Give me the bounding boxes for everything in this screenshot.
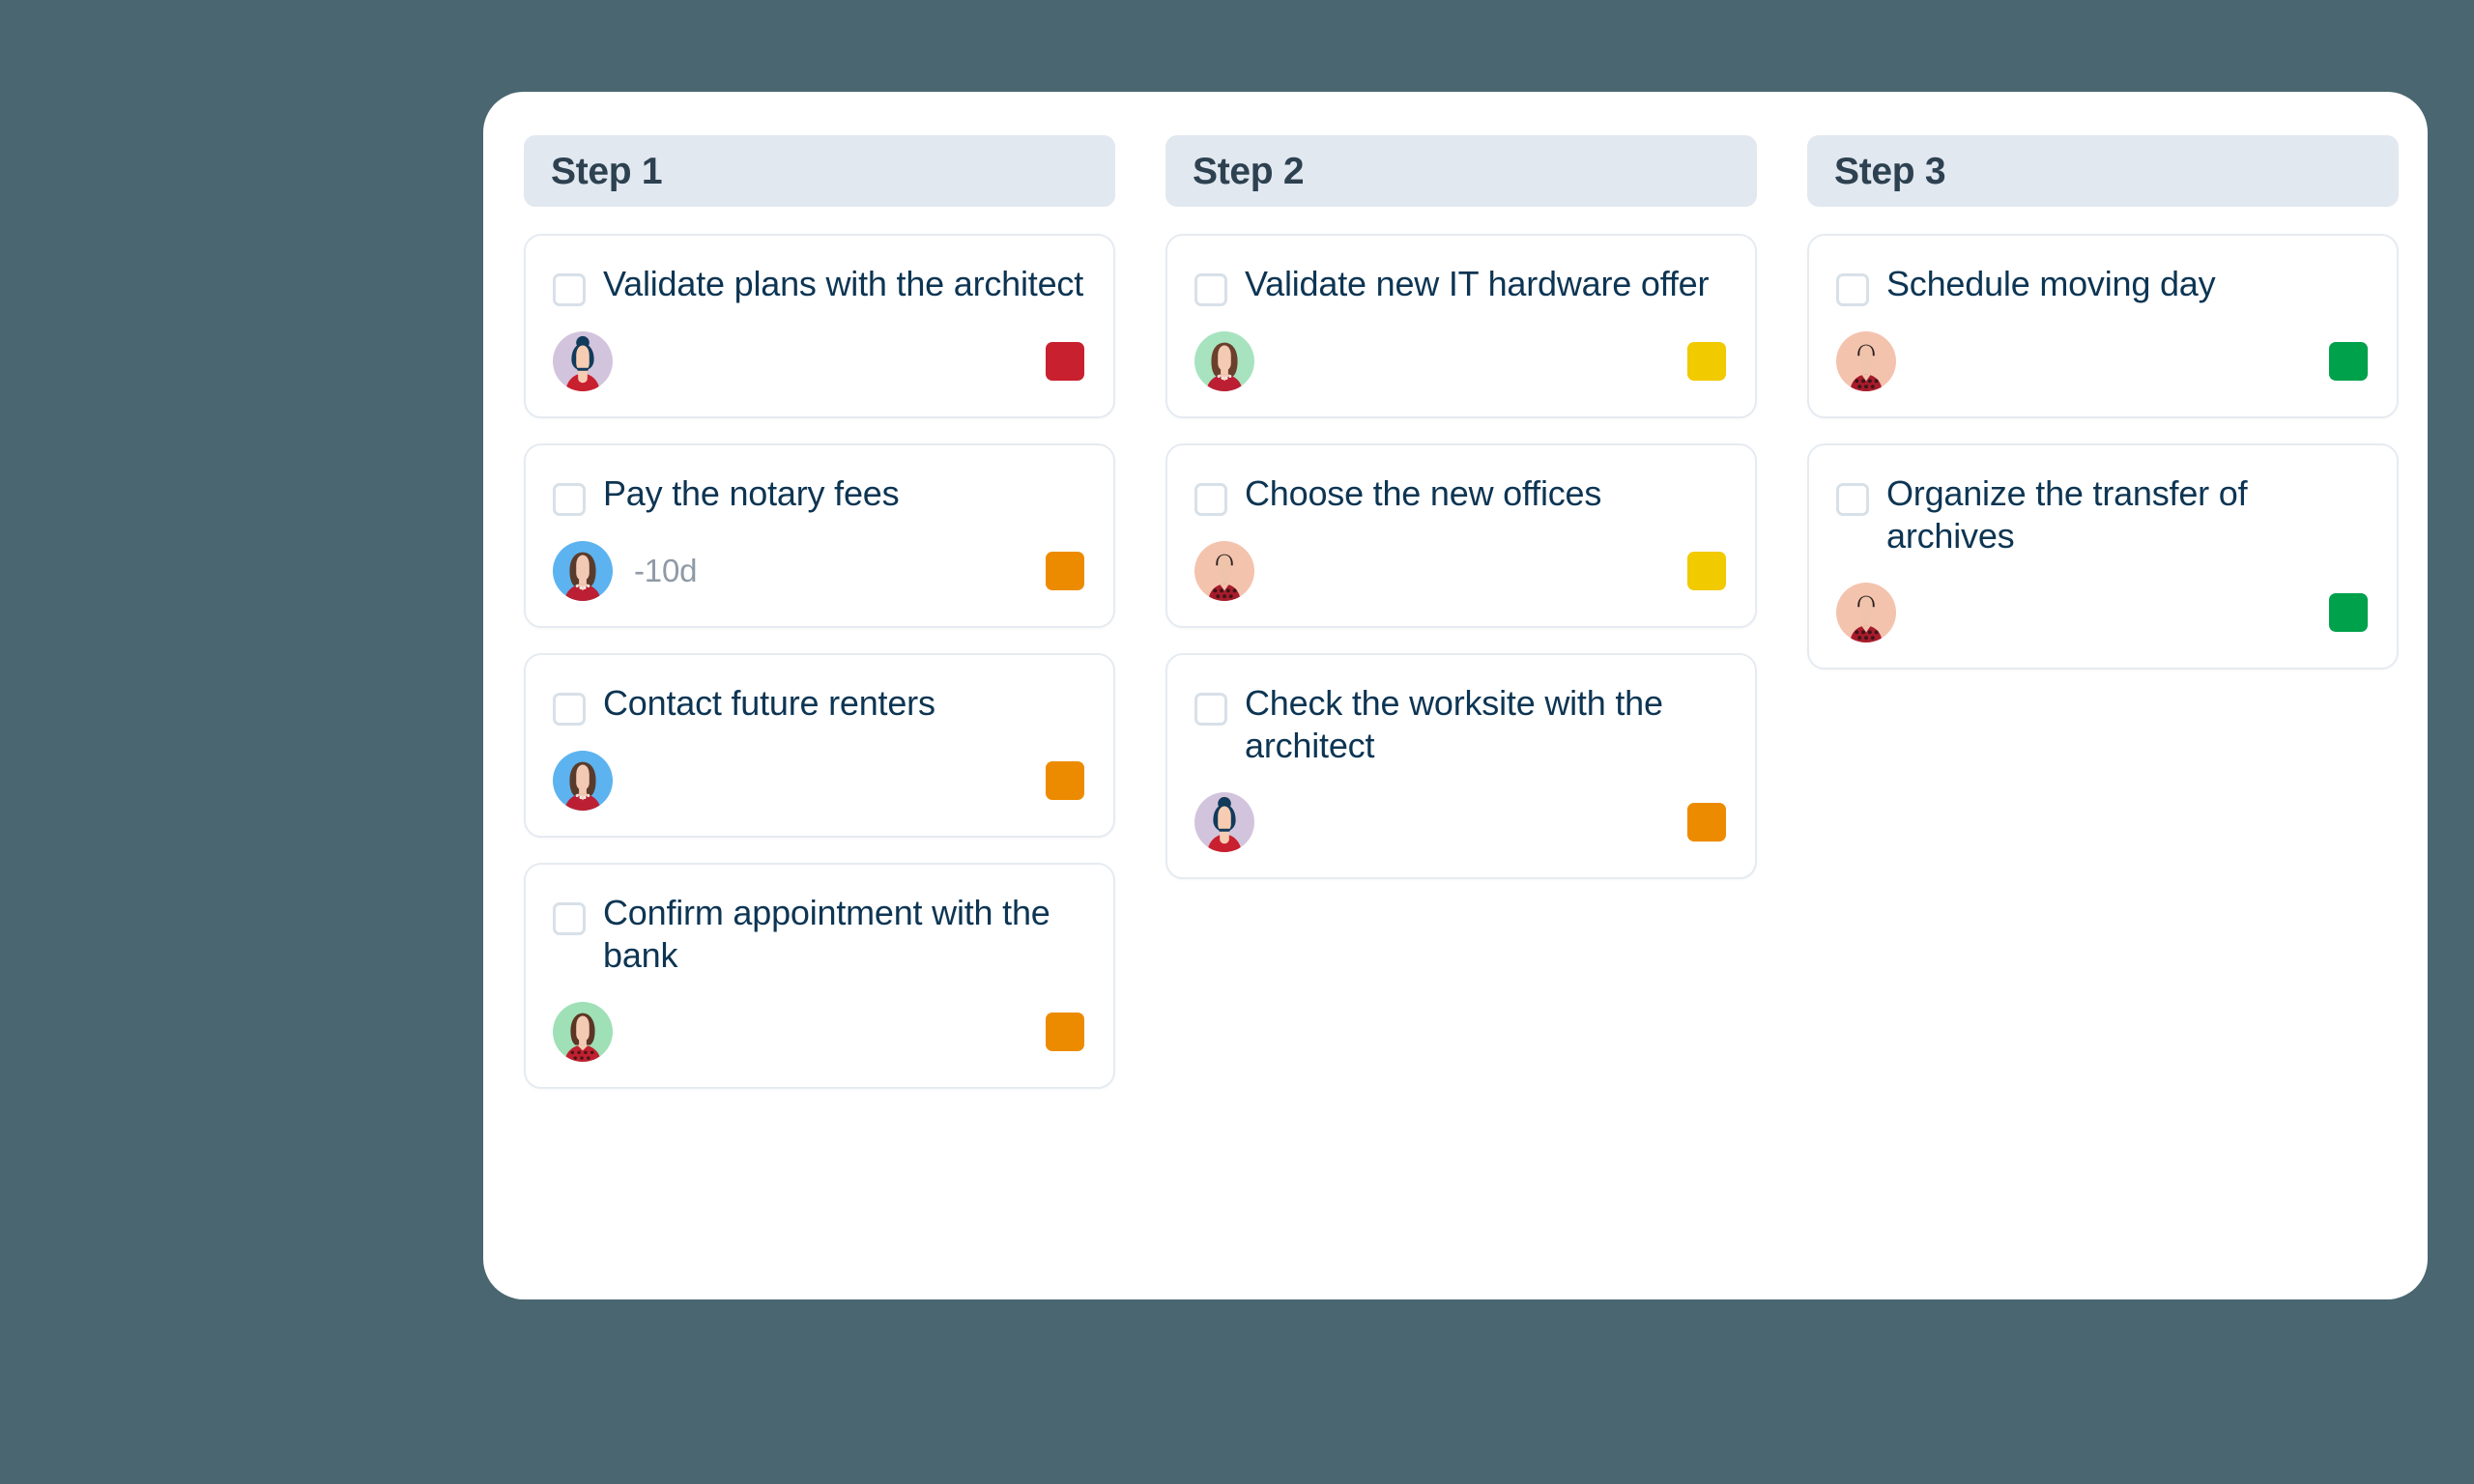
status-badge[interactable]	[2329, 342, 2368, 381]
task-card-footer	[1194, 541, 1726, 601]
kanban-board: Step 1 Validate plans with the architect P…	[483, 92, 2428, 1299]
column-title: Step 3	[1834, 150, 1946, 192]
task-title: Validate plans with the architect	[603, 264, 1084, 303]
task-card-header: Schedule moving day	[1836, 261, 2368, 306]
task-card[interactable]: Check the worksite with the architect	[1165, 653, 1757, 879]
task-card[interactable]: Validate new IT hardware offer	[1165, 234, 1757, 418]
task-card-header: Validate plans with the architect	[553, 261, 1084, 306]
task-card[interactable]: Pay the notary fees -10d	[524, 443, 1115, 628]
task-card-footer	[553, 1001, 1084, 1062]
status-badge[interactable]	[1687, 802, 1726, 842]
task-title: Contact future renters	[603, 683, 935, 723]
task-card-header: Check the worksite with the architect	[1194, 680, 1726, 767]
status-badge[interactable]	[1687, 552, 1726, 590]
task-title: Choose the new offices	[1245, 473, 1602, 513]
task-card-header: Contact future renters	[553, 680, 1084, 726]
task-card[interactable]: Confirm appointment with the bank	[524, 863, 1115, 1089]
task-card[interactable]: Schedule moving day	[1807, 234, 2399, 418]
task-checkbox[interactable]	[1836, 273, 1869, 306]
status-badge[interactable]	[2329, 592, 2368, 632]
assignee-avatar[interactable]	[553, 541, 613, 601]
task-title: Check the worksite with the architect	[1245, 683, 1663, 765]
column-header-step-1[interactable]: Step 1	[524, 135, 1115, 207]
board-column-step-2: Step 2 Validate new IT hardware offer Choo…	[1165, 135, 1757, 904]
status-badge[interactable]	[1687, 342, 1726, 381]
board-column-step-1: Step 1 Validate plans with the architect P…	[524, 135, 1115, 1114]
deadline-label: -10d	[634, 553, 698, 588]
assignee-avatar[interactable]	[553, 1001, 613, 1062]
assignee-avatar[interactable]	[1194, 791, 1254, 852]
task-title: Schedule moving day	[1886, 264, 2216, 303]
task-title: Validate new IT hardware offer	[1245, 264, 1710, 303]
board-columns: Step 1 Validate plans with the architect P…	[524, 135, 2399, 1256]
task-card-footer: -10d	[553, 541, 1084, 601]
task-card-header: Validate new IT hardware offer	[1194, 261, 1726, 306]
task-card[interactable]: Validate plans with the architect	[524, 234, 1115, 418]
task-checkbox[interactable]	[1836, 483, 1869, 516]
task-card-header: Confirm appointment with the bank	[553, 890, 1084, 977]
column-title: Step 2	[1193, 150, 1305, 192]
task-card-footer	[1194, 791, 1726, 852]
task-checkbox[interactable]	[1194, 693, 1227, 726]
task-card-footer	[1836, 331, 2368, 391]
task-card-footer	[1194, 331, 1726, 391]
status-badge[interactable]	[1046, 761, 1084, 800]
task-title: Pay the notary fees	[603, 473, 900, 513]
task-checkbox[interactable]	[553, 693, 586, 726]
task-card-header: Choose the new offices	[1194, 471, 1726, 516]
task-card[interactable]: Organize the transfer of archives	[1807, 443, 2399, 670]
assignee-avatar[interactable]	[1836, 582, 1896, 642]
column-header-step-2[interactable]: Step 2	[1165, 135, 1757, 207]
task-card[interactable]: Choose the new offices	[1165, 443, 1757, 628]
board-column-step-3: Step 3 Schedule moving day Organize the tr…	[1807, 135, 2399, 695]
task-card-header: Organize the transfer of archives	[1836, 471, 2368, 557]
task-checkbox[interactable]	[553, 483, 586, 516]
task-title: Organize the transfer of archives	[1886, 473, 2248, 556]
status-badge[interactable]	[1046, 1012, 1084, 1051]
task-checkbox[interactable]	[1194, 483, 1227, 516]
task-checkbox[interactable]	[553, 273, 586, 306]
assignee-avatar[interactable]	[1836, 331, 1896, 391]
task-card-footer	[553, 751, 1084, 811]
task-checkbox[interactable]	[553, 902, 586, 935]
status-badge[interactable]	[1046, 342, 1084, 381]
task-card-footer	[1836, 582, 2368, 642]
task-card[interactable]: Contact future renters	[524, 653, 1115, 838]
column-header-step-3[interactable]: Step 3	[1807, 135, 2399, 207]
task-card-footer	[553, 331, 1084, 391]
assignee-avatar[interactable]	[1194, 331, 1254, 391]
assignee-avatar[interactable]	[1194, 541, 1254, 601]
task-title: Confirm appointment with the bank	[603, 893, 1050, 975]
column-title: Step 1	[551, 150, 663, 192]
assignee-avatar[interactable]	[553, 751, 613, 811]
assignee-avatar[interactable]	[553, 331, 613, 391]
task-card-header: Pay the notary fees	[553, 471, 1084, 516]
status-badge[interactable]	[1046, 552, 1084, 590]
task-checkbox[interactable]	[1194, 273, 1227, 306]
